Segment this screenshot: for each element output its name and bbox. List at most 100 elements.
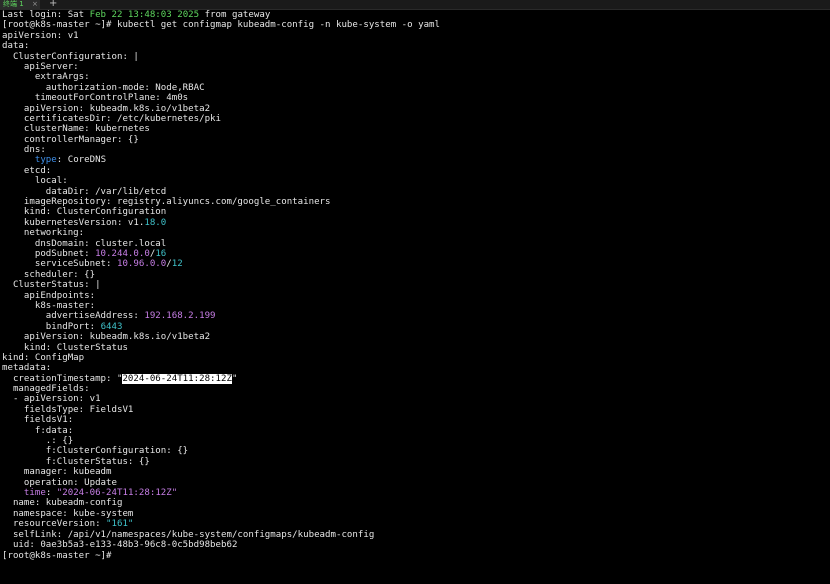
terminal-text: [root@k8s-master ~]# bbox=[2, 551, 117, 562]
terminal-line: advertiseAddress: 192.168.2.199 bbox=[2, 311, 828, 321]
terminal-text: [root@k8s-master ~]# kubectl get configm… bbox=[2, 20, 440, 31]
terminal-text: apiVersion: v1 bbox=[2, 30, 79, 41]
terminal-line: managedFields: bbox=[2, 384, 828, 394]
terminal-text: name: kubeadm-config bbox=[2, 498, 123, 509]
terminal-line: uid: 0ae3b5a3-e133-48b3-96c8-0c5bd98beb6… bbox=[2, 540, 828, 550]
tab-title: 终端 1 bbox=[3, 0, 24, 8]
terminal-text: managedFields: bbox=[2, 384, 90, 395]
terminal-line: f:ClusterStatus: {} bbox=[2, 457, 828, 467]
terminal-line: namespace: kube-system bbox=[2, 509, 828, 519]
terminal-text: 16 bbox=[155, 248, 167, 259]
terminal-line: ClusterConfiguration: | bbox=[2, 52, 828, 62]
terminal-line: kind: ClusterConfiguration bbox=[2, 207, 828, 217]
terminal-text: resourceVersion: bbox=[2, 519, 107, 530]
terminal-text: authorization-mode: Node,RBAC bbox=[2, 82, 205, 93]
terminal-line: ClusterStatus: | bbox=[2, 280, 828, 290]
tab-bar: 终端 1 × + bbox=[0, 0, 830, 10]
terminal-text: f:ClusterStatus: {} bbox=[2, 456, 150, 467]
terminal-line: kubernetesVersion: v1.18.0 bbox=[2, 218, 828, 228]
terminal-line: time: "2024-06-24T11:28:12Z" bbox=[2, 488, 828, 498]
terminal-cursor bbox=[116, 550, 123, 560]
terminal-line: dnsDomain: cluster.local bbox=[2, 239, 828, 249]
terminal-text: "161" bbox=[106, 519, 134, 530]
terminal-text: f:data: bbox=[2, 425, 74, 436]
terminal-text: : bbox=[45, 487, 57, 498]
terminal-line: apiServer: bbox=[2, 62, 828, 72]
terminal-text: dnsDomain: cluster.local bbox=[2, 238, 167, 249]
terminal-text: fieldsType: FieldsV1 bbox=[2, 404, 134, 415]
terminal-line: k8s-master: bbox=[2, 301, 828, 311]
terminal-text: timeoutForControlPlane: 4m0s bbox=[2, 93, 189, 104]
terminal-line: etcd: bbox=[2, 166, 828, 176]
terminal-text: uid: 0ae3b5a3-e133-48b3-96c8-0c5bd98beb6… bbox=[2, 539, 238, 550]
terminal-line: apiVersion: kubeadm.k8s.io/v1beta2 bbox=[2, 332, 828, 342]
terminal-text: apiVersion: kubeadm.k8s.io/v1beta2 bbox=[2, 103, 211, 114]
terminal-text: kind: ClusterConfiguration bbox=[2, 207, 167, 218]
terminal-line: dataDir: /var/lib/etcd bbox=[2, 187, 828, 197]
terminal-text: controllerManager: {} bbox=[2, 134, 139, 145]
terminal-line: timeoutForControlPlane: 4m0s bbox=[2, 93, 828, 103]
terminal-line: f:ClusterConfiguration: {} bbox=[2, 446, 828, 456]
terminal-text: imageRepository: registry.aliyuncs.com/g… bbox=[2, 197, 331, 208]
terminal-text: "2024-06-24T11:28:12Z" bbox=[56, 487, 178, 498]
terminal-text: kind: ConfigMap bbox=[2, 352, 85, 363]
terminal-line: kind: ConfigMap bbox=[2, 353, 828, 363]
terminal-output[interactable]: Last login: Sat Feb 22 13:48:03 2025 fro… bbox=[2, 10, 828, 582]
terminal-line: metadata: bbox=[2, 363, 828, 373]
terminal-text: clusterName: kubernetes bbox=[2, 124, 150, 135]
terminal-text: namespace: kube-system bbox=[2, 508, 134, 519]
terminal-line: scheduler: {} bbox=[2, 270, 828, 280]
terminal-text: 12 bbox=[171, 259, 183, 270]
terminal-line: data: bbox=[2, 41, 828, 51]
terminal-line: clusterName: kubernetes bbox=[2, 124, 828, 134]
terminal-line: bindPort: 6443 bbox=[2, 322, 828, 332]
terminal-line: fieldsV1: bbox=[2, 415, 828, 425]
add-tab-icon[interactable]: + bbox=[49, 0, 57, 9]
terminal-text: time bbox=[23, 487, 46, 498]
close-icon[interactable]: × bbox=[32, 0, 38, 9]
terminal-line: apiVersion: kubeadm.k8s.io/v1beta2 bbox=[2, 104, 828, 114]
terminal-text: f:ClusterConfiguration: {} bbox=[2, 446, 189, 457]
terminal-text: 10.96.0.0 bbox=[116, 259, 167, 270]
terminal-text: podSubnet: bbox=[2, 248, 96, 259]
terminal-text: operation: Update bbox=[2, 477, 117, 488]
terminal-text: from gateway bbox=[199, 10, 271, 20]
terminal-text: 10.244.0.0 bbox=[95, 248, 150, 259]
terminal-line: selfLink: /api/v1/namespaces/kube-system… bbox=[2, 530, 828, 540]
terminal-text: scheduler: {} bbox=[2, 269, 96, 280]
terminal-line: certificatesDir: /etc/kubernetes/pki bbox=[2, 114, 828, 124]
terminal-text: 2025 bbox=[177, 10, 200, 20]
terminal-text: " bbox=[231, 373, 238, 384]
terminal-line: creationTimestamp: "2024-06-24T11:28:12Z… bbox=[2, 373, 828, 384]
terminal-text: creationTimestamp: " bbox=[2, 373, 123, 384]
terminal-text: extraArgs: bbox=[2, 72, 90, 83]
terminal-line: [root@k8s-master ~]# bbox=[2, 550, 828, 562]
terminal-line: dns: bbox=[2, 145, 828, 155]
terminal-line: .: {} bbox=[2, 436, 828, 446]
terminal-text: bindPort: bbox=[2, 321, 101, 332]
terminal-line: kind: ClusterStatus bbox=[2, 343, 828, 353]
terminal-line: apiEndpoints: bbox=[2, 291, 828, 301]
terminal-text: fieldsV1: bbox=[2, 415, 74, 426]
terminal-line: authorization-mode: Node,RBAC bbox=[2, 83, 828, 93]
terminal-line: networking: bbox=[2, 228, 828, 238]
terminal-text: apiEndpoints: bbox=[2, 290, 96, 301]
terminal-text: .: {} bbox=[2, 436, 74, 447]
terminal-text: certificatesDir: /etc/kubernetes/pki bbox=[2, 113, 221, 124]
terminal-line: resourceVersion: "161" bbox=[2, 519, 828, 529]
terminal-text: etcd: bbox=[2, 165, 52, 176]
terminal-text: local: bbox=[2, 176, 68, 187]
terminal-line: name: kubeadm-config bbox=[2, 498, 828, 508]
terminal-line: imageRepository: registry.aliyuncs.com/g… bbox=[2, 197, 828, 207]
terminal-text: networking: bbox=[2, 228, 85, 239]
terminal-text: dataDir: /var/lib/etcd bbox=[2, 186, 167, 197]
terminal-text: 18.0 bbox=[144, 217, 167, 228]
terminal-text: apiVersion: kubeadm.k8s.io/v1beta2 bbox=[2, 332, 211, 343]
terminal-line: f:data: bbox=[2, 426, 828, 436]
terminal-line: fieldsType: FieldsV1 bbox=[2, 405, 828, 415]
terminal-text: ClusterConfiguration: | bbox=[2, 51, 139, 62]
terminal-text: dns: bbox=[2, 145, 46, 156]
terminal-text: data: bbox=[2, 41, 30, 52]
terminal-line: Last login: Sat Feb 22 13:48:03 2025 fro… bbox=[2, 10, 828, 20]
terminal-line: - apiVersion: v1 bbox=[2, 394, 828, 404]
